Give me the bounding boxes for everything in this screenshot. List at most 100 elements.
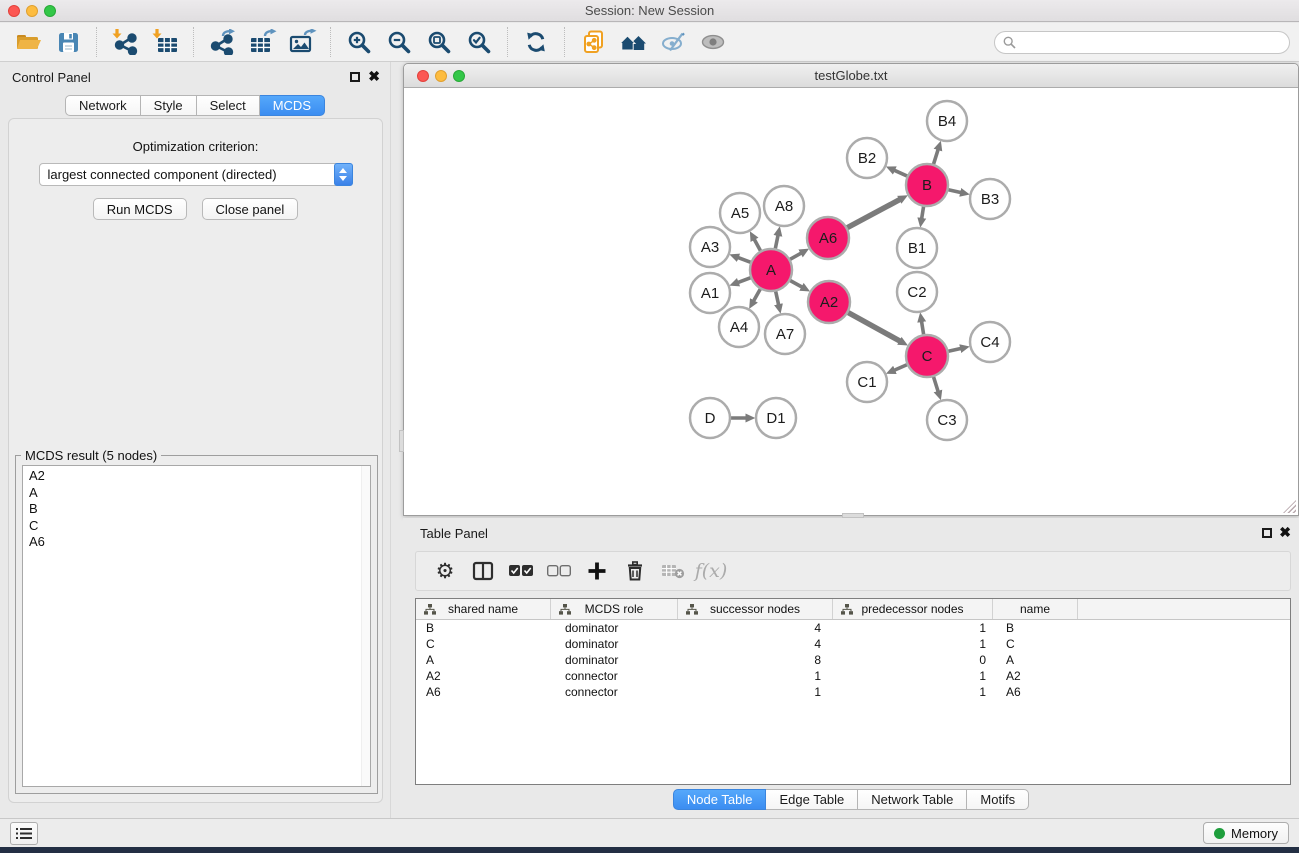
tab-select[interactable]: Select <box>197 95 260 116</box>
application-window: Session: New Session <box>0 0 1299 853</box>
memory-button[interactable]: Memory <box>1203 822 1289 844</box>
graph-node-A2[interactable]: A2 <box>808 281 850 323</box>
mcds-result-list[interactable]: A2ABCA6 <box>22 465 371 787</box>
result-item-b[interactable]: B <box>29 501 364 518</box>
network-import-icon[interactable] <box>105 25 145 59</box>
graph-node-B4[interactable]: B4 <box>927 101 967 141</box>
search-icon <box>1003 36 1016 49</box>
graph-node-C2[interactable]: C2 <box>897 272 937 312</box>
result-item-a[interactable]: A <box>29 485 364 502</box>
tab-motifs[interactable]: Motifs <box>967 789 1029 810</box>
table-import-icon[interactable] <box>145 25 185 59</box>
column-header-shared-name[interactable]: shared name <box>416 599 551 619</box>
tab-style[interactable]: Style <box>141 95 197 116</box>
network-graph[interactable]: B4 B2 B B3 B1 A6 A5A8 A3 A A1 A2 A4A7 C2 C C4 C1 C3 D D1 <box>404 89 1298 515</box>
graph-node-A4[interactable]: A4 <box>719 307 759 347</box>
graph-node-C4[interactable]: C4 <box>970 322 1010 362</box>
column-header-successor-nodes[interactable]: successor nodes <box>678 599 833 619</box>
table-export-icon[interactable] <box>242 25 282 59</box>
graph-node-C1[interactable]: C1 <box>847 362 887 402</box>
graph-node-A7[interactable]: A7 <box>765 314 805 354</box>
close-panel-icon[interactable]: ✖ <box>1279 524 1291 541</box>
magnifier-fit-icon[interactable] <box>419 25 459 59</box>
graph-node-A8[interactable]: A8 <box>764 186 804 226</box>
image-export-icon[interactable] <box>282 25 322 59</box>
graph-node-A[interactable]: A <box>750 249 792 291</box>
column-header-mcds-role[interactable]: MCDS role <box>551 599 678 619</box>
result-item-a2[interactable]: A2 <box>29 468 364 485</box>
plus-icon[interactable] <box>578 554 616 588</box>
table-row-a2[interactable]: A2connector11A2 <box>416 668 1290 684</box>
table-row-a[interactable]: Adominator80A <box>416 652 1290 668</box>
tab-edge-table[interactable]: Edge Table <box>766 789 858 810</box>
refresh-arrows-icon[interactable] <box>516 25 556 59</box>
graph-node-B2[interactable]: B2 <box>847 138 887 178</box>
graph-node-A3[interactable]: A3 <box>690 227 730 267</box>
network-canvas[interactable]: B4 B2 B B3 B1 A6 A5A8 A3 A A1 A2 A4A7 C2 C C4 C1 C3 D D1 <box>404 89 1298 515</box>
unchecked-boxes-icon[interactable] <box>540 554 578 588</box>
task-list-button[interactable] <box>10 822 38 845</box>
result-list-scrollbar[interactable] <box>361 466 370 786</box>
vertical-split-handle[interactable] <box>399 430 404 452</box>
result-item-c[interactable]: C <box>29 518 364 535</box>
network-export-icon[interactable] <box>202 25 242 59</box>
zoom-traffic-light[interactable] <box>453 70 465 82</box>
table-row-b[interactable]: Bdominator41B <box>416 620 1290 636</box>
graph-node-B[interactable]: B <box>906 164 948 206</box>
result-item-a6[interactable]: A6 <box>29 534 364 551</box>
tab-network[interactable]: Network <box>65 95 141 116</box>
houses-icon[interactable] <box>613 25 653 59</box>
minimize-traffic-light[interactable] <box>435 70 447 82</box>
table-panel-tabs: Node TableEdge TableNetwork TableMotifs <box>673 789 1029 810</box>
float-window-icon[interactable] <box>350 72 360 82</box>
checked-boxes-icon[interactable] <box>502 554 540 588</box>
table-row-a6[interactable]: A6connector11A6 <box>416 684 1290 700</box>
magnifier-plus-icon[interactable] <box>339 25 379 59</box>
tab-node-table[interactable]: Node Table <box>673 789 767 810</box>
tab-mcds[interactable]: MCDS <box>260 95 325 116</box>
graph-node-B3[interactable]: B3 <box>970 179 1010 219</box>
graph-node-B1[interactable]: B1 <box>897 228 937 268</box>
minimize-traffic-light[interactable] <box>26 5 38 17</box>
trash-icon[interactable] <box>616 554 654 588</box>
table-row-c[interactable]: Cdominator41C <box>416 636 1290 652</box>
graph-node-A1[interactable]: A1 <box>690 273 730 313</box>
folder-open-icon[interactable] <box>8 25 48 59</box>
cell: 1 <box>833 669 993 683</box>
gear-icon[interactable]: ⚙ <box>426 554 464 588</box>
floppy-disk-icon[interactable] <box>48 25 88 59</box>
close-traffic-light[interactable] <box>417 70 429 82</box>
split-columns-icon[interactable] <box>464 554 502 588</box>
search-input[interactable] <box>1021 35 1289 50</box>
tab-network-table[interactable]: Network Table <box>858 789 967 810</box>
graph-node-D[interactable]: D <box>690 398 730 438</box>
magnifier-minus-icon[interactable] <box>379 25 419 59</box>
search-field[interactable] <box>994 31 1290 54</box>
eye-icon[interactable] <box>693 25 733 59</box>
graph-node-A6[interactable]: A6 <box>807 217 849 259</box>
cell: A2 <box>416 669 551 683</box>
close-panel-icon[interactable]: ✖ <box>368 68 380 85</box>
dropdown-stepper-icon[interactable] <box>334 163 353 186</box>
graph-node-C[interactable]: C <box>906 335 948 377</box>
zoom-traffic-light[interactable] <box>44 5 56 17</box>
close-traffic-light[interactable] <box>8 5 20 17</box>
criterion-dropdown[interactable]: largest connected component (directed) <box>39 163 353 186</box>
magnifier-check-icon[interactable] <box>459 25 499 59</box>
graph-node-C3[interactable]: C3 <box>927 400 967 440</box>
eye-pen-icon[interactable] <box>653 25 693 59</box>
float-window-icon[interactable] <box>1262 528 1272 538</box>
svg-text:B1: B1 <box>908 240 926 257</box>
column-header-name[interactable]: name <box>993 599 1078 619</box>
run-mcds-button[interactable]: Run MCDS <box>93 198 187 220</box>
column-header-predecessor-nodes[interactable]: predecessor nodes <box>833 599 993 619</box>
mcds-tab-content: Optimization criterion: largest connecte… <box>8 118 383 803</box>
svg-text:B2: B2 <box>858 150 876 167</box>
graph-node-A5[interactable]: A5 <box>720 193 760 233</box>
mcds-result-title: MCDS result (5 nodes) <box>21 448 161 463</box>
network-window-title: testGlobe.txt <box>404 64 1298 87</box>
close-panel-button[interactable]: Close panel <box>202 198 299 220</box>
graph-node-D1[interactable]: D1 <box>756 398 796 438</box>
pages-share-icon[interactable] <box>573 25 613 59</box>
cell: C <box>416 637 551 651</box>
